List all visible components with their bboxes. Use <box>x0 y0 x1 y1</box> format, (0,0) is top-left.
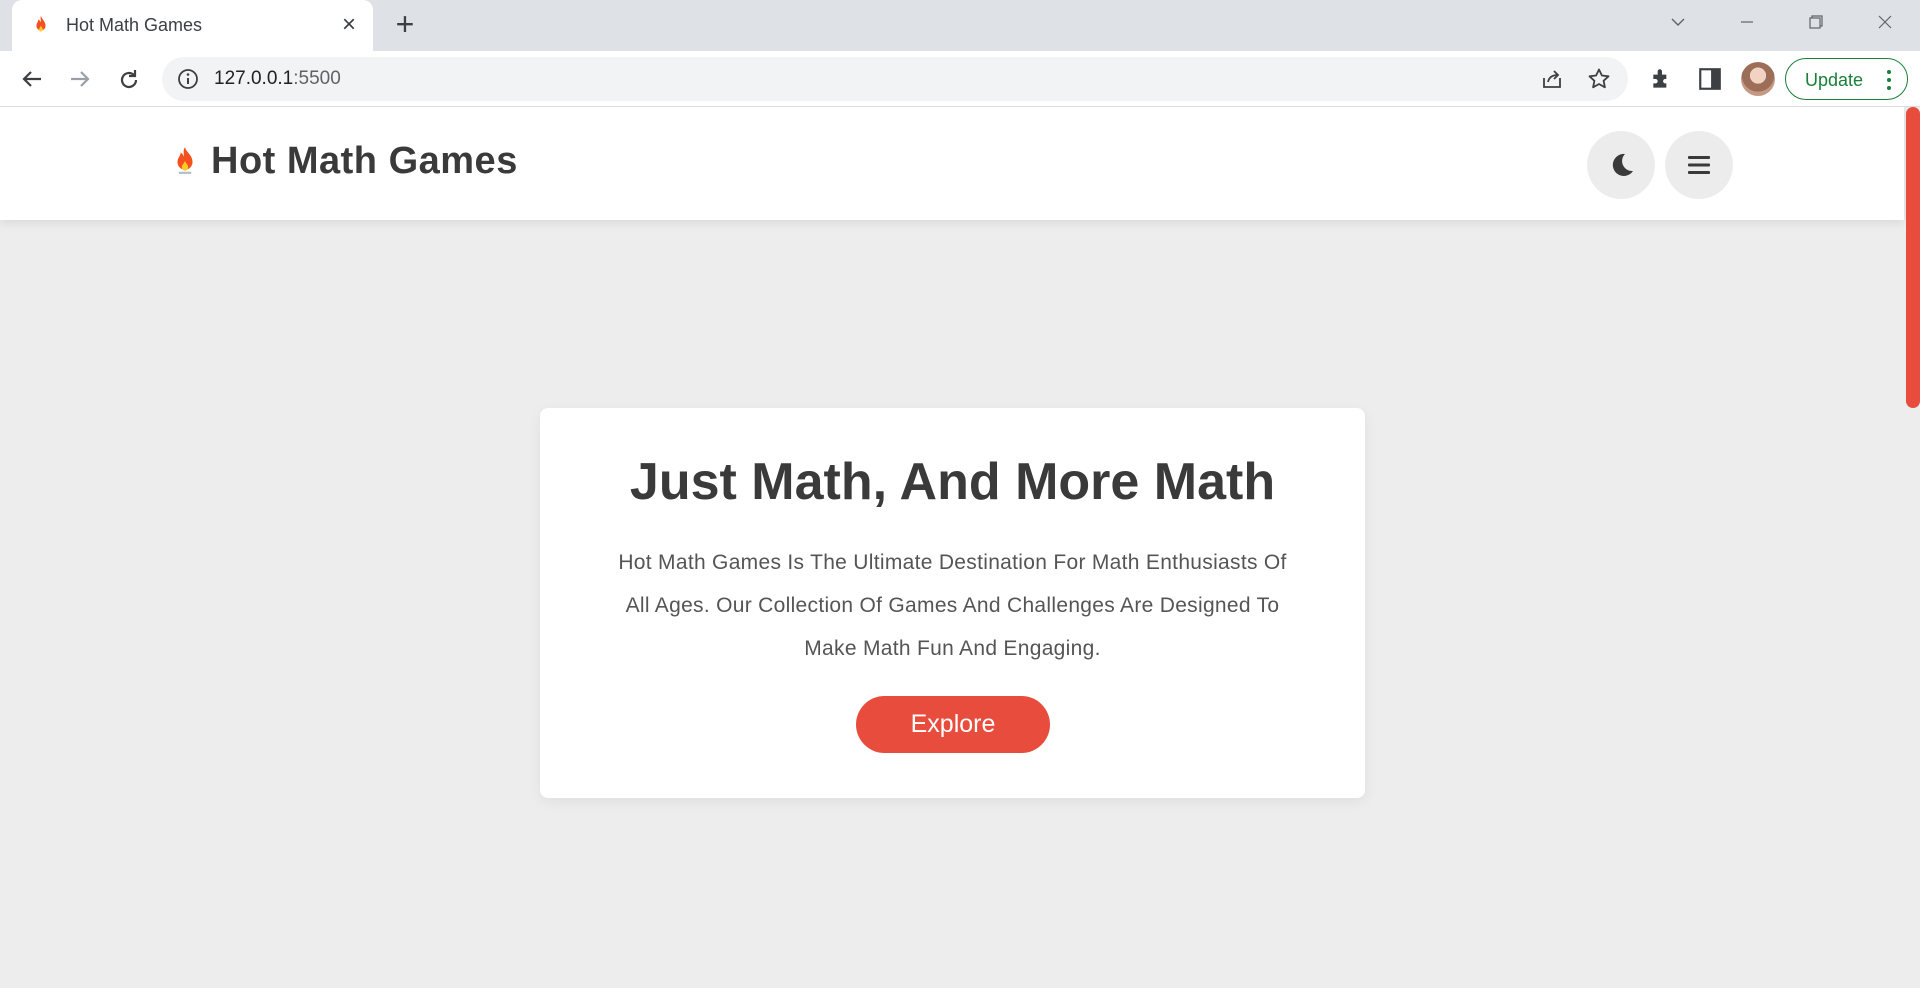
fire-icon <box>36 15 46 32</box>
browser-toolbar: 127.0.0.1:5500 Update <box>0 51 1920 107</box>
fire-icon <box>177 147 193 174</box>
moon-icon <box>1612 153 1633 176</box>
back-icon[interactable] <box>14 61 50 97</box>
hamburger-icon <box>1688 156 1710 174</box>
page-viewport: Hot Math Games Just Math, And More Math … <box>0 107 1920 988</box>
close-tab-icon[interactable]: × <box>335 11 363 39</box>
scrollbar-thumb[interactable] <box>1906 107 1920 408</box>
browser-chrome: Hot Math Games × + 127.0.0.1:5500 Update <box>0 0 1920 107</box>
theme-toggle-button[interactable] <box>1587 131 1655 199</box>
profile-avatar[interactable] <box>1741 62 1775 96</box>
tab-search-icon[interactable] <box>1655 6 1701 40</box>
extensions-puzzle-icon[interactable] <box>1649 66 1675 92</box>
address-bar[interactable]: 127.0.0.1:5500 <box>162 57 1628 101</box>
hero-title: Just Math, And More Math <box>629 453 1276 511</box>
site-title[interactable]: Hot Math Games <box>211 140 518 183</box>
forward-icon[interactable] <box>62 61 98 97</box>
update-button[interactable]: Update <box>1785 58 1908 100</box>
minimize-icon[interactable] <box>1724 6 1770 40</box>
restore-icon[interactable] <box>1793 6 1839 40</box>
new-tab-icon[interactable]: + <box>390 8 420 40</box>
close-window-icon[interactable] <box>1862 6 1908 40</box>
tab-strip: Hot Math Games × + <box>0 0 1920 51</box>
url-port: :5500 <box>293 68 341 89</box>
update-label: Update <box>1805 70 1864 90</box>
hero-description: Hot Math Games Is The Ultimate Destinati… <box>618 551 1287 660</box>
explore-button[interactable]: Explore <box>856 696 1050 753</box>
site-header: Hot Math Games <box>0 107 1904 220</box>
hero-card: Just Math, And More Math Hot Math Games … <box>540 408 1365 798</box>
url-host: 127.0.0.1 <box>214 68 294 89</box>
browser-tab[interactable]: Hot Math Games × <box>12 0 373 51</box>
site-info-icon[interactable] <box>177 68 199 90</box>
tab-title: Hot Math Games <box>66 15 203 35</box>
reload-icon[interactable] <box>111 61 147 97</box>
more-options-icon[interactable] <box>1887 69 1891 91</box>
url-text[interactable]: 127.0.0.1:5500 <box>214 68 341 90</box>
bookmark-star-icon[interactable] <box>1587 67 1611 91</box>
menu-button[interactable] <box>1665 131 1733 199</box>
share-icon[interactable] <box>1540 67 1564 91</box>
side-panel-icon[interactable] <box>1697 66 1723 92</box>
